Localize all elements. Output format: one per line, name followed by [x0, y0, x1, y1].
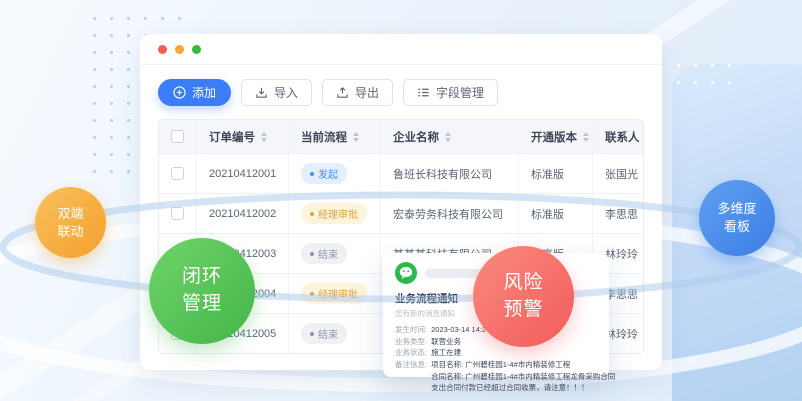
contact-cell: 李思思 [605, 206, 638, 222]
sort-icon[interactable] [261, 132, 267, 142]
status-dot-icon [310, 332, 314, 336]
marketing-canvas: 添加 导入 导出 字段管理 订单编号 当前流程 企业名称 开通版本 [0, 0, 802, 401]
row-checkbox[interactable] [171, 207, 184, 220]
window-close-button[interactable] [158, 45, 167, 54]
wechat-icon [395, 262, 417, 284]
header-version: 开通版本 [531, 129, 577, 145]
sort-icon[interactable] [353, 132, 359, 142]
field-label: 发生时间: [395, 324, 427, 336]
remark-line: 支出合同付款已经超过合同收票，请注意！！！ [431, 382, 615, 394]
table-row[interactable]: 20210412002 经理审批 宏泰劳务科技有限公司 标准版 李思思 [159, 193, 643, 233]
import-button[interactable]: 导入 [241, 79, 312, 106]
add-button-label: 添加 [192, 84, 216, 101]
order-no-cell: 20210412001 [209, 168, 276, 180]
header-process: 当前流程 [301, 129, 347, 145]
version-cell: 标准版 [531, 166, 564, 182]
sort-icon[interactable] [583, 132, 589, 142]
list-icon [417, 86, 430, 99]
table-row[interactable]: 20210412001 发起 鲁班长科技有限公司 标准版 张国光 [159, 153, 643, 193]
export-icon [336, 86, 349, 99]
field-value: 2023-03-14 14:2 [431, 324, 486, 336]
add-button[interactable]: 添加 [158, 79, 231, 106]
status-label: 经理审批 [318, 286, 358, 301]
company-cell: 宏泰劳务科技有限公司 [393, 206, 503, 222]
window-titlebar [140, 34, 662, 65]
status-label: 经理审批 [318, 206, 358, 221]
contact-cell: 林玲玲 [605, 246, 638, 262]
order-no-cell: 20210412002 [209, 208, 276, 220]
window-minimize-button[interactable] [175, 45, 184, 54]
status-dot-icon [310, 292, 314, 296]
field-label: 业务类型: [395, 336, 427, 348]
feature-bubble-risk-alert: 风险 预警 [473, 246, 574, 347]
field-manage-button[interactable]: 字段管理 [403, 79, 498, 106]
import-button-label: 导入 [274, 84, 298, 101]
export-button-label: 导出 [355, 84, 379, 101]
toolbar: 添加 导入 导出 字段管理 [140, 65, 662, 106]
dot-grid-decoration [670, 57, 744, 97]
export-button[interactable]: 导出 [322, 79, 393, 106]
status-dot-icon [310, 252, 314, 256]
window-maximize-button[interactable] [192, 45, 201, 54]
remark-value: 项目名称: 广州碧桂园1-4#市内精装修工程 合同名称: 广州碧桂园1-4#市内… [431, 359, 615, 394]
process-status-badge: 经理审批 [301, 203, 367, 224]
status-dot-icon [310, 172, 314, 176]
remark-line: 项目名称: 广州碧桂园1-4#市内精装修工程 [431, 359, 615, 371]
contact-cell: 张国光 [605, 166, 638, 182]
field-value: 联营业务 [431, 336, 461, 348]
feature-bubble-closed-loop: 闭环 管理 [149, 238, 255, 344]
sort-icon[interactable] [445, 132, 451, 142]
feature-bubble-dual-link: 双端 联动 [35, 187, 106, 258]
status-label: 发起 [318, 166, 338, 181]
header-contact: 联系人 [605, 129, 640, 145]
header-company: 企业名称 [393, 129, 439, 145]
status-dot-icon [310, 212, 314, 216]
status-label: 结束 [318, 246, 338, 261]
feature-bubble-multi-board: 多维度 看板 [699, 180, 775, 256]
process-status-badge: 结束 [301, 243, 347, 264]
import-icon [255, 86, 268, 99]
contact-cell: 林玲玲 [605, 326, 638, 342]
plus-circle-icon [173, 86, 186, 99]
field-label: 备注信息: [395, 359, 427, 394]
row-checkbox[interactable] [171, 167, 184, 180]
field-manage-button-label: 字段管理 [436, 84, 484, 101]
process-status-badge: 经理审批 [301, 283, 367, 304]
field-label: 业务状态: [395, 347, 427, 359]
version-cell: 标准版 [531, 206, 564, 222]
table-header-row: 订单编号 当前流程 企业名称 开通版本 联系人 [159, 120, 643, 153]
process-status-badge: 发起 [301, 163, 347, 184]
status-label: 结束 [318, 326, 338, 341]
process-status-badge: 结束 [301, 323, 347, 344]
header-order-no: 订单编号 [209, 129, 255, 145]
field-value: 施工在建 [431, 347, 461, 359]
remark-line: 合同名称: 广州碧桂园1-4#市内精装修工程龙骨采购合同 [431, 371, 615, 383]
contact-cell: 李思思 [605, 286, 638, 302]
company-cell: 鲁班长科技有限公司 [393, 166, 492, 182]
select-all-checkbox[interactable] [171, 130, 184, 143]
